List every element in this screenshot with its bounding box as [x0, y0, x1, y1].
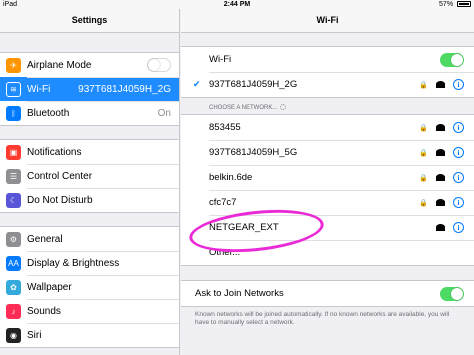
ask-join-row: Ask to Join Networks	[181, 281, 474, 306]
sidebar-item-wifi[interactable]: ≋ Wi-Fi 937T681J4059H_2G	[0, 77, 179, 101]
bluetooth-value: On	[157, 107, 171, 119]
bluetooth-icon: ᛒ	[6, 105, 21, 121]
battery-indicator: 57%	[439, 0, 471, 9]
sidebar-item-wallpaper[interactable]: ✿ Wallpaper	[0, 275, 179, 299]
control-center-icon: ☰	[6, 168, 21, 184]
settings-sidebar: Settings ✈ Airplane Mode ≋ Wi-Fi 937T681…	[0, 9, 180, 355]
lock-icon: 🔒	[419, 81, 428, 89]
connected-network-name: 937T681J4059H_2G	[209, 79, 298, 90]
lock-icon: 🔒	[419, 174, 428, 182]
battery-percent: 57%	[439, 1, 454, 8]
sidebar-item-control-center[interactable]: ☰ Control Center	[0, 164, 179, 188]
wifi-signal-icon	[436, 124, 445, 131]
sidebar-item-siri[interactable]: ◉ Siri	[0, 323, 179, 347]
network-name: 937T681J4059H_5G	[209, 147, 298, 158]
lock-icon: 🔒	[419, 199, 428, 207]
sidebar-item-display-brightness[interactable]: AA Display & Brightness	[0, 251, 179, 275]
ask-join-toggle[interactable]	[440, 286, 464, 301]
wifi-toggle-label: Wi-Fi	[209, 54, 232, 65]
sidebar-item-airplane-mode[interactable]: ✈ Airplane Mode	[0, 53, 179, 77]
sidebar-item-general[interactable]: ⚙ General	[0, 227, 179, 251]
network-row[interactable]: 853455 🔒 i	[181, 115, 474, 140]
page-title: Wi-Fi	[181, 9, 474, 33]
brightness-icon: AA	[6, 255, 21, 271]
settings-group-general: ⚙ General AA Display & Brightness ✿ Wall…	[0, 226, 179, 348]
sidebar-item-label: General	[27, 233, 63, 245]
network-row[interactable]: 937T681J4059H_5G 🔒 i	[181, 140, 474, 165]
sidebar-item-label: Display & Brightness	[27, 258, 179, 269]
wifi-signal-icon	[436, 81, 445, 88]
checkmark-icon: ✔	[193, 79, 201, 89]
sidebar-item-bluetooth[interactable]: ᛒ Bluetooth On	[0, 101, 179, 125]
sidebar-item-sounds[interactable]: ♪ Sounds	[0, 299, 179, 323]
sidebar-item-notifications[interactable]: ▣ Notifications	[0, 140, 179, 164]
loading-spinner-icon	[280, 104, 287, 110]
info-icon[interactable]: i	[453, 147, 464, 158]
network-row[interactable]: belkin.6de 🔒 i	[181, 165, 474, 190]
wifi-signal-icon	[436, 199, 445, 206]
sidebar-title: Settings	[0, 9, 179, 33]
info-icon[interactable]: i	[453, 222, 464, 233]
lock-icon: 🔒	[419, 124, 428, 132]
wifi-network-value: 937T681J4059H_2G	[78, 83, 171, 95]
connected-network-row[interactable]: ✔ 937T681J4059H_2G 🔒 i	[181, 72, 474, 97]
sidebar-item-label: Wallpaper	[27, 282, 179, 293]
battery-icon	[457, 1, 471, 7]
lock-icon: 🔒	[419, 149, 428, 157]
wifi-signal-icon	[436, 224, 445, 231]
network-name: belkin.6de	[209, 172, 253, 183]
sidebar-item-label: Siri	[27, 330, 179, 341]
info-icon[interactable]: i	[453, 79, 464, 90]
moon-icon: ☾	[6, 192, 21, 208]
ask-join-label: Ask to Join Networks	[195, 288, 284, 299]
info-icon[interactable]: i	[453, 122, 464, 133]
sidebar-item-label: Control Center	[27, 171, 179, 182]
wifi-toggle[interactable]	[440, 52, 464, 67]
airplane-icon: ✈	[6, 57, 21, 73]
wifi-toggle-row: Wi-Fi	[181, 47, 474, 72]
sidebar-item-do-not-disturb[interactable]: ☾ Do Not Disturb	[0, 188, 179, 212]
sidebar-item-label: Do Not Disturb	[27, 195, 179, 206]
wifi-icon: ≋	[6, 81, 21, 97]
settings-group-connectivity: ✈ Airplane Mode ≋ Wi-Fi 937T681J4059H_2G…	[0, 52, 179, 126]
wifi-toggle-group: Wi-Fi ✔ 937T681J4059H_2G 🔒 i	[181, 46, 474, 98]
notifications-icon: ▣	[6, 144, 21, 160]
speaker-icon: ♪	[6, 303, 21, 319]
network-name: cfc7c7	[209, 197, 237, 208]
wifi-signal-icon	[436, 174, 445, 181]
choose-network-label: CHOOSE A NETWORK...	[209, 105, 278, 111]
info-icon[interactable]: i	[453, 172, 464, 183]
settings-group-notifications: ▣ Notifications ☰ Control Center ☾ Do No…	[0, 139, 179, 213]
wifi-signal-icon	[436, 149, 445, 156]
airplane-mode-toggle[interactable]	[147, 58, 171, 72]
status-bar: iPad 2:44 PM 57%	[0, 0, 474, 9]
wallpaper-icon: ✿	[6, 279, 21, 295]
clock: 2:44 PM	[223, 1, 251, 8]
gear-icon: ⚙	[6, 231, 21, 247]
network-name: 853455	[209, 122, 241, 133]
wifi-detail-panel: Wi-Fi Wi-Fi ✔ 937T681J4059H_2G 🔒 i CHOOS…	[181, 9, 474, 355]
ask-join-footer: Known networks will be joined automatica…	[195, 311, 450, 326]
sidebar-item-label: Sounds	[27, 306, 179, 317]
network-list: 853455 🔒 i 937T681J4059H_5G 🔒 i belkin.6…	[181, 114, 474, 266]
info-icon[interactable]: i	[453, 197, 464, 208]
siri-icon: ◉	[6, 327, 21, 343]
choose-network-header: CHOOSE A NETWORK...	[181, 98, 474, 114]
sidebar-item-label: Notifications	[27, 146, 82, 158]
ask-join-group: Ask to Join Networks	[181, 280, 474, 307]
network-row[interactable]: cfc7c7 🔒 i	[181, 190, 474, 215]
sidebar-item-label: Bluetooth	[27, 108, 179, 119]
